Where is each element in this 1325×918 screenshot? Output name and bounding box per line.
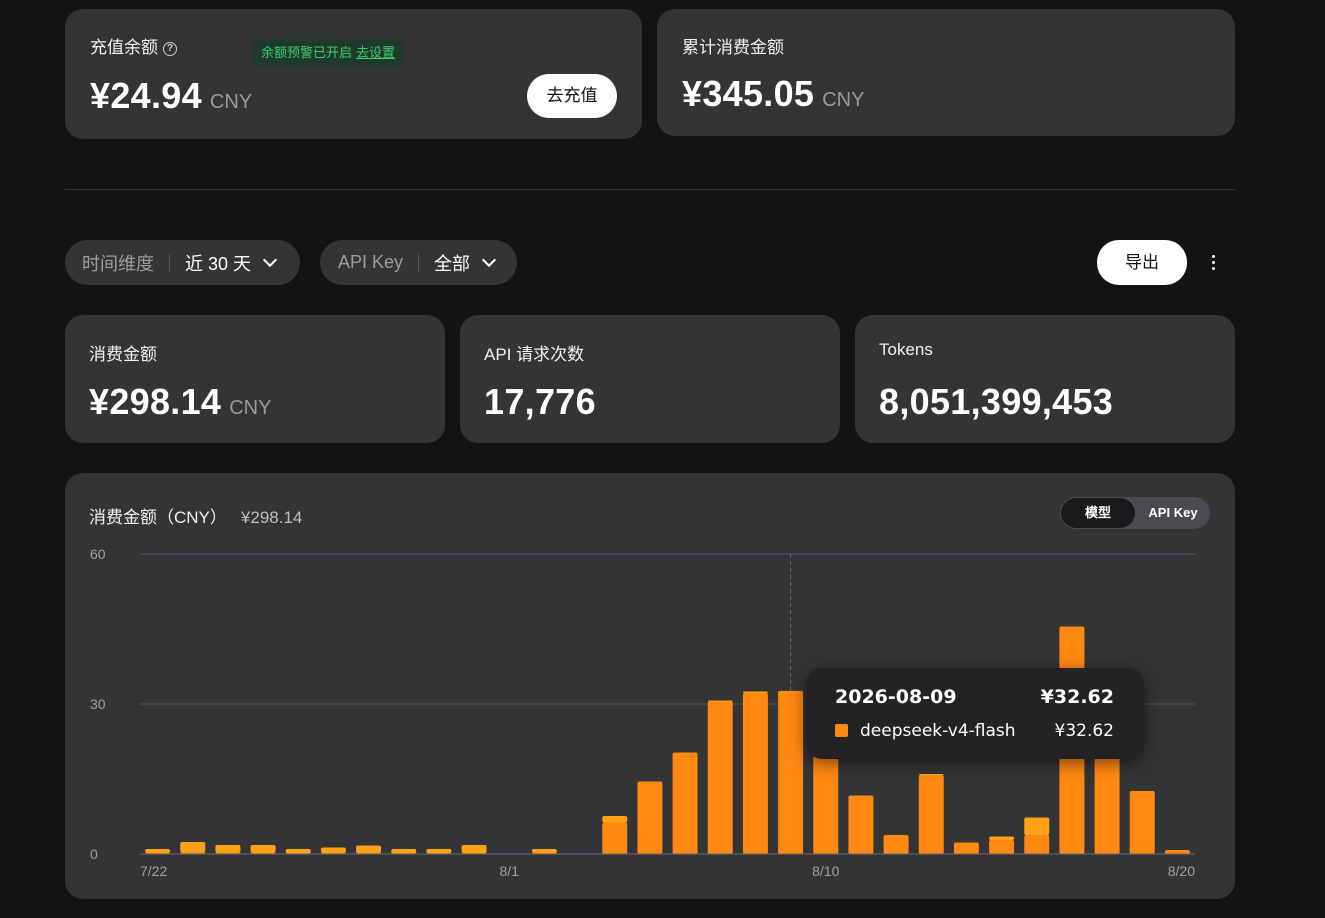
chevron-down-icon	[262, 252, 278, 268]
more-vertical-icon[interactable]	[1205, 252, 1221, 274]
alert-settings-link[interactable]: 去设置	[356, 45, 395, 60]
balance-unit: CNY	[209, 91, 253, 113]
spend-stat-card: 消费金额 ¥298.14 CNY	[65, 315, 445, 443]
filter-separator	[418, 253, 420, 272]
spend-stat-label: 消费金额	[89, 345, 157, 364]
total-spent-unit: CNY	[822, 89, 865, 111]
total-spent-value: ¥345.05	[682, 73, 815, 114]
time-range-label: 时间维度	[82, 253, 154, 274]
balance-amount: ¥24.94 CNY	[90, 75, 252, 117]
filter-separator	[169, 253, 170, 272]
balance-label-text: 充值余额	[90, 38, 158, 57]
requests-stat-value: 17,776	[484, 381, 596, 422]
tooltip-series-name: deepseek-v4-flash	[860, 721, 1016, 741]
time-range-value: 近 30 天	[185, 253, 252, 274]
tooltip-total: ¥32.62	[1040, 686, 1114, 708]
series-color-swatch	[835, 724, 848, 737]
time-range-select[interactable]: 时间维度 近 30 天	[65, 240, 300, 285]
toggle-apikey[interactable]: API Key	[1136, 497, 1210, 529]
requests-stat-card: API 请求次数 17,776	[460, 315, 840, 443]
topup-button[interactable]: 去充值	[527, 74, 617, 118]
chart-title: 消费金额（CNY） ¥298.14	[89, 503, 302, 528]
spend-stat-unit: CNY	[229, 397, 272, 419]
chart-group-toggle[interactable]: 模型 API Key	[1060, 497, 1210, 529]
tooltip-series-row: deepseek-v4-flash ¥32.62	[835, 721, 1114, 741]
help-icon[interactable]: ?	[163, 42, 177, 56]
tooltip-series-value: ¥32.62	[1054, 721, 1114, 741]
toggle-model[interactable]: 模型	[1061, 498, 1135, 528]
balance-label: 充值余额?	[90, 33, 177, 58]
tooltip-header: 2026-08-09 ¥32.62	[835, 686, 1114, 708]
requests-stat-label: API 请求次数	[484, 345, 585, 364]
alert-text: 余额预警已开启	[261, 45, 353, 60]
tooltip-date: 2026-08-09	[835, 686, 957, 708]
balance-alert-badge: 余额预警已开启 去设置	[253, 39, 404, 66]
chart-total: ¥298.14	[240, 508, 303, 527]
chart-title-text: 消费金额（CNY）	[89, 508, 227, 527]
chevron-down-icon	[481, 252, 497, 268]
total-spent-amount: ¥345.05 CNY	[682, 73, 864, 115]
tokens-stat-label: Tokens	[879, 340, 933, 359]
export-button[interactable]: 导出	[1097, 240, 1187, 285]
balance-card: 充值余额? 余额预警已开启 去设置 ¥24.94 CNY 去充值	[65, 9, 642, 139]
tokens-stat-value: 8,051,399,453	[879, 381, 1114, 422]
total-spent-card: 累计消费金额 ¥345.05 CNY	[657, 9, 1235, 136]
tokens-stat-card: Tokens 8,051,399,453	[855, 315, 1235, 443]
balance-amount-value: ¥24.94	[90, 75, 202, 116]
total-spent-label: 累计消费金额	[682, 38, 784, 57]
apikey-select[interactable]: API Key 全部	[320, 240, 517, 285]
spend-stat-amount: ¥298.14 CNY	[89, 381, 271, 423]
apikey-value: 全部	[434, 253, 471, 274]
section-divider	[65, 189, 1235, 190]
chart-tooltip: 2026-08-09 ¥32.62 deepseek-v4-flash ¥32.…	[806, 668, 1144, 759]
spend-stat-value: ¥298.14	[89, 381, 222, 422]
apikey-label: API Key	[338, 252, 404, 272]
